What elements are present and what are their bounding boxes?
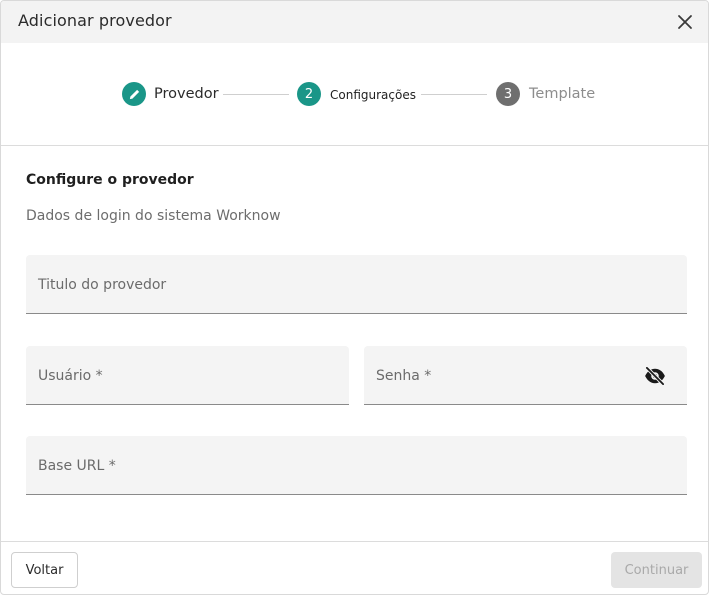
base-url-label: Base URL * bbox=[38, 458, 116, 474]
step-2-label: Configurações bbox=[330, 88, 416, 102]
eye-off-icon bbox=[645, 367, 665, 385]
step-2-circle: 2 bbox=[297, 82, 321, 106]
pencil-icon bbox=[129, 89, 139, 99]
step-3-label: Template bbox=[529, 86, 596, 102]
step-3-circle: 3 bbox=[496, 82, 520, 106]
dialog-header: Adicionar provedor bbox=[1, 1, 708, 43]
step-connector-2 bbox=[421, 94, 487, 95]
close-button[interactable] bbox=[674, 11, 696, 33]
close-icon bbox=[678, 15, 692, 29]
step-1-circle bbox=[122, 82, 146, 106]
form-title: Configure o provedor bbox=[26, 172, 194, 188]
base-url-field[interactable]: Base URL * bbox=[26, 436, 687, 495]
form-subtitle: Dados de login do sistema Worknow bbox=[26, 208, 281, 224]
stepper: Provedor 2 Configurações 3 Template bbox=[1, 43, 708, 146]
password-visibility-toggle[interactable] bbox=[643, 366, 667, 386]
provider-title-label: Titulo do provedor bbox=[38, 277, 167, 293]
add-provider-dialog: Adicionar provedor Provedor 2 Configuraç… bbox=[0, 0, 709, 595]
dialog-title: Adicionar provedor bbox=[18, 11, 172, 30]
dialog-footer: Voltar Continuar bbox=[1, 541, 708, 594]
step-1-label: Provedor bbox=[154, 86, 219, 102]
password-label: Senha * bbox=[376, 368, 432, 384]
password-field[interactable]: Senha * bbox=[364, 346, 687, 405]
username-label: Usuário * bbox=[38, 368, 103, 384]
provider-title-field[interactable]: Titulo do provedor bbox=[26, 255, 687, 314]
step-connector-1 bbox=[223, 94, 289, 95]
continue-button[interactable]: Continuar bbox=[611, 552, 702, 588]
username-field[interactable]: Usuário * bbox=[26, 346, 349, 405]
back-button[interactable]: Voltar bbox=[11, 552, 78, 588]
